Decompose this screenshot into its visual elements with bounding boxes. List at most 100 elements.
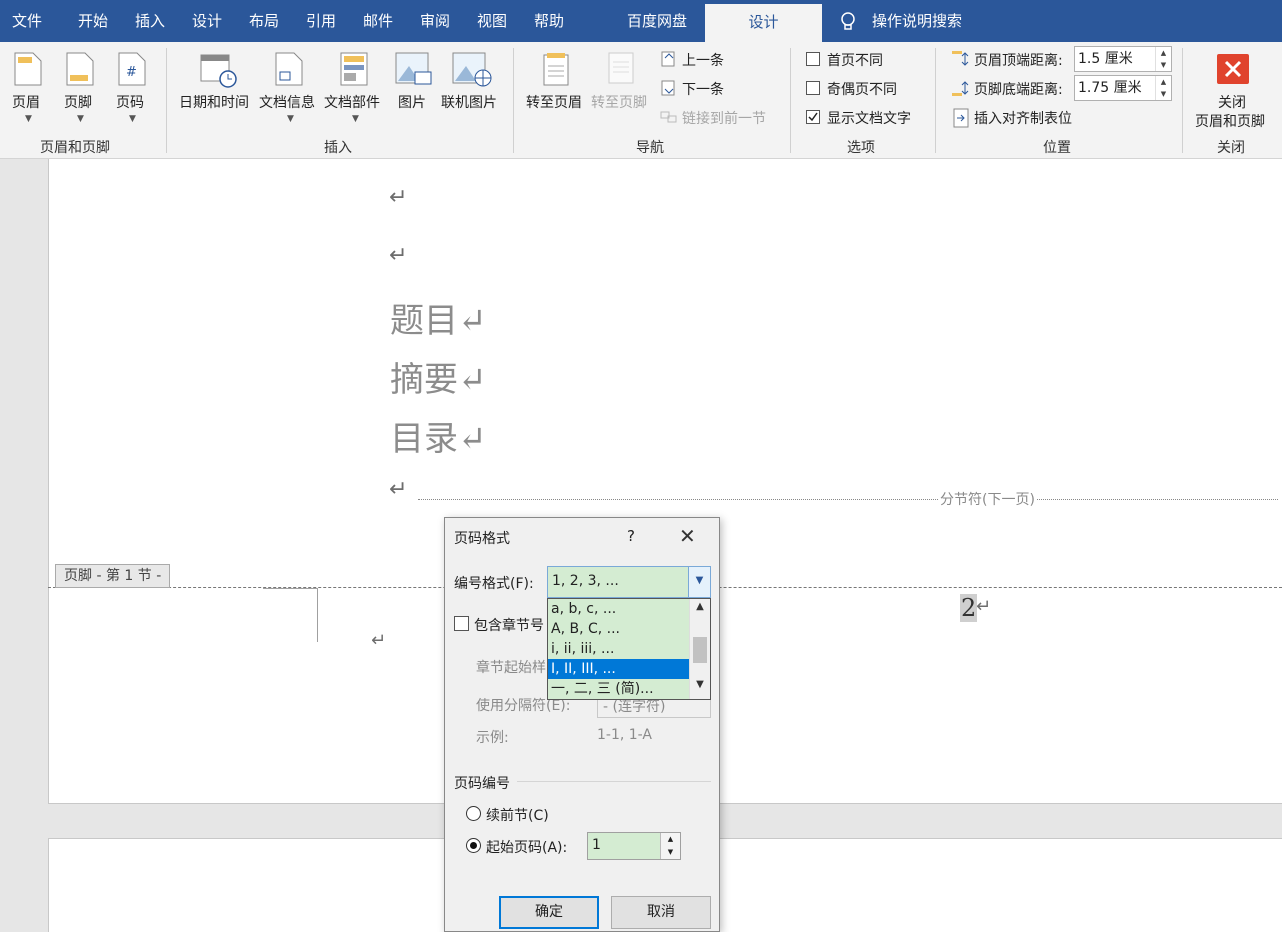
header-top-input[interactable]: 1.5 厘米 ▲ ▼ xyxy=(1074,46,1172,72)
number-format-select[interactable]: 1, 2, 3, ... ▼ xyxy=(547,566,711,598)
include-chapter-checkbox[interactable] xyxy=(454,616,469,631)
menu-bar: 文件 开始 插入 设计 布局 引用 邮件 审阅 视图 帮助 百度网盘 设计 操作… xyxy=(0,0,1282,42)
previous-button[interactable]: 上一条 xyxy=(682,50,724,70)
tab-home[interactable]: 开始 xyxy=(78,0,108,42)
chevron-down-icon[interactable]: ▼ xyxy=(690,679,710,690)
include-chapter-label: 包含章节号 xyxy=(474,618,544,634)
footer-bottom-icon xyxy=(952,81,969,96)
different-odd-even-checkbox[interactable] xyxy=(806,81,820,95)
picture-button[interactable]: 图片 xyxy=(398,92,426,112)
group-separator xyxy=(935,48,936,153)
group-label-header-footer: 页眉和页脚 xyxy=(40,140,110,156)
paragraph-mark: ↵ xyxy=(389,185,408,210)
header-icon xyxy=(14,52,42,86)
format-option[interactable]: 一, 二, 三 (简)... xyxy=(548,679,689,699)
group-separator xyxy=(513,48,514,153)
footer-section-tag: 页脚 - 第 1 节 - xyxy=(55,564,171,588)
online-picture-button[interactable]: 联机图片 xyxy=(441,92,497,112)
footer-page-number[interactable]: 2 xyxy=(960,594,978,622)
tab-insert[interactable]: 插入 xyxy=(135,0,165,42)
paragraph-mark: ↵ xyxy=(389,477,408,502)
quick-parts-icon xyxy=(340,52,368,86)
date-time-button[interactable]: 日期和时间 xyxy=(179,92,249,112)
quick-parts-button[interactable]: 文档部件 xyxy=(324,92,380,112)
tab-references[interactable]: 引用 xyxy=(306,0,336,42)
goto-footer-icon xyxy=(608,52,634,84)
help-button[interactable]: ? xyxy=(627,527,635,545)
group-separator xyxy=(790,48,791,153)
heading-title: 题目↵ xyxy=(390,301,487,341)
paragraph-mark: ↵ xyxy=(976,596,992,617)
number-format-label: 编号格式(F): xyxy=(454,576,534,592)
different-first-checkbox[interactable] xyxy=(806,52,820,66)
svg-text:#: # xyxy=(126,65,137,80)
tab-help[interactable]: 帮助 xyxy=(534,0,564,42)
next-button[interactable]: 下一条 xyxy=(682,79,724,99)
footer-bottom-input[interactable]: 1.75 厘米 ▲ ▼ xyxy=(1074,75,1172,101)
footer-bottom-value: 1.75 厘米 xyxy=(1078,80,1142,96)
format-option[interactable]: A, B, C, ... xyxy=(548,619,689,639)
page-number-icon: # xyxy=(118,52,146,86)
section-break-label: 分节符(下一页) xyxy=(938,489,1037,509)
scrollbar-thumb[interactable] xyxy=(693,637,707,663)
goto-footer-button[interactable]: 转至页脚 xyxy=(591,92,647,112)
group-label-navigation: 导航 xyxy=(636,140,664,156)
header-top-label: 页眉顶端距离: xyxy=(974,53,1063,69)
spin-arrows-icon[interactable]: ▲ ▼ xyxy=(1155,47,1171,71)
group-label-close: 关闭 xyxy=(1217,140,1245,156)
format-option-selected[interactable]: I, II, III, ... xyxy=(548,659,689,679)
footer-bottom-label: 页脚底端距离: xyxy=(974,82,1063,98)
group-label-position: 位置 xyxy=(1043,140,1071,156)
ribbon: 页眉 ▼ 页脚 ▼ # 页码 ▼ 页眉和页脚 日期和时间 文档信息 ▼ 文档部件… xyxy=(0,42,1282,159)
section-break-line xyxy=(418,499,1278,500)
heading-toc: 目录↵ xyxy=(390,419,487,459)
show-doc-text-checkbox[interactable] xyxy=(806,110,820,124)
link-to-previous-button[interactable]: 链接到前一节 xyxy=(682,108,766,128)
tab-layout[interactable]: 布局 xyxy=(249,0,279,42)
different-odd-even-label: 奇偶页不同 xyxy=(827,82,897,98)
scrollbar[interactable]: ▲ ▼ xyxy=(689,599,710,699)
heading-abstract: 摘要↵ xyxy=(390,360,487,400)
ok-button[interactable]: 确定 xyxy=(499,896,599,929)
format-option[interactable]: a, b, c, ... xyxy=(548,599,689,619)
example-label: 示例: xyxy=(476,730,509,746)
close-label-line1[interactable]: 关闭 xyxy=(1218,92,1246,112)
close-button[interactable]: ✕ xyxy=(679,524,696,548)
spin-arrows-icon[interactable]: ▲ ▼ xyxy=(1155,76,1171,100)
group-separator xyxy=(166,48,167,153)
chevron-up-icon[interactable]: ▲ xyxy=(690,601,710,612)
tab-view[interactable]: 视图 xyxy=(477,0,507,42)
continue-radio[interactable] xyxy=(466,806,481,821)
header-button[interactable]: 页眉 xyxy=(12,92,40,112)
close-header-footer-icon xyxy=(1217,54,1249,84)
tab-header-footer-design[interactable]: 设计 xyxy=(705,4,822,42)
group-separator xyxy=(1182,48,1183,153)
chevron-down-icon[interactable]: ▼ xyxy=(688,567,710,597)
goto-header-button[interactable]: 转至页眉 xyxy=(526,92,582,112)
calendar-clock-icon xyxy=(200,54,237,88)
search-tell-me[interactable]: 操作说明搜索 xyxy=(872,0,962,42)
tab-file[interactable]: 文件 xyxy=(12,0,42,42)
insert-align-tab-button[interactable]: 插入对齐制表位 xyxy=(974,108,1072,128)
tab-mailings[interactable]: 邮件 xyxy=(363,0,393,42)
picture-icon xyxy=(395,52,432,85)
close-label-line2[interactable]: 页眉和页脚 xyxy=(1195,111,1265,131)
goto-header-icon xyxy=(543,53,569,86)
start-at-radio[interactable] xyxy=(466,838,481,853)
dialog-title: 页码格式 xyxy=(454,531,510,547)
footer-icon xyxy=(66,52,94,86)
tab-review[interactable]: 审阅 xyxy=(420,0,450,42)
cancel-button[interactable]: 取消 xyxy=(611,896,711,929)
start-at-input[interactable]: 1 ▲ ▼ xyxy=(587,832,681,860)
footer-button[interactable]: 页脚 xyxy=(64,92,92,112)
tab-baidu-netdisk[interactable]: 百度网盘 xyxy=(627,0,687,42)
number-format-list[interactable]: a, b, c, ... A, B, C, ... i, ii, iii, ..… xyxy=(547,598,711,700)
spin-arrows-icon[interactable]: ▲ ▼ xyxy=(660,833,680,859)
tab-design[interactable]: 设计 xyxy=(192,0,222,42)
document-info-button[interactable]: 文档信息 xyxy=(259,92,315,112)
paragraph-mark: ↵ xyxy=(371,630,387,651)
margin-corner xyxy=(263,588,317,589)
page-number-button[interactable]: 页码 xyxy=(116,92,144,112)
format-option[interactable]: i, ii, iii, ... xyxy=(548,639,689,659)
insert-align-tab-icon xyxy=(953,108,969,128)
